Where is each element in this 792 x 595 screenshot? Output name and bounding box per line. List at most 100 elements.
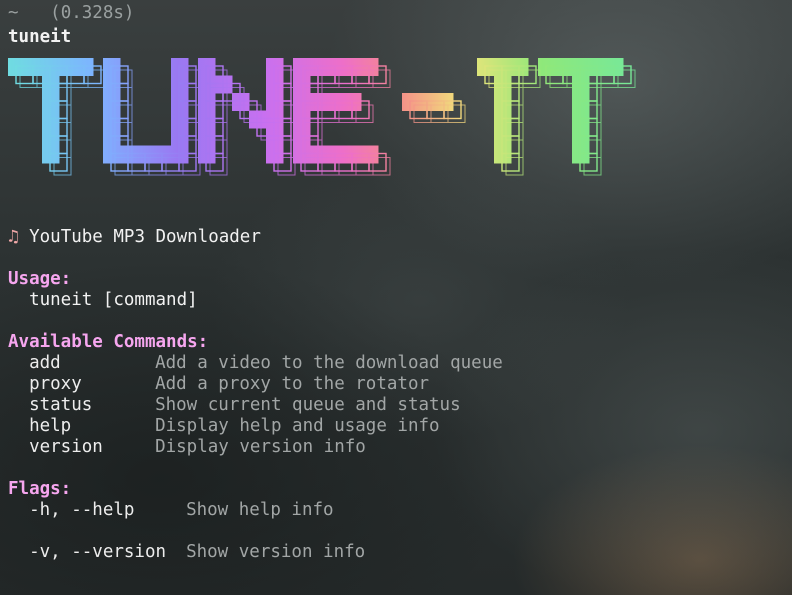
banner-pixel xyxy=(361,58,379,76)
banner-pixel xyxy=(555,58,573,76)
banner-pixel xyxy=(103,58,121,76)
banner-pixel xyxy=(327,145,345,164)
usage-syntax: tuneit [command] xyxy=(29,290,198,310)
banner-pixel xyxy=(266,58,284,76)
banner-pixel xyxy=(137,145,155,164)
banner-pixel xyxy=(249,110,267,129)
banner-pixel xyxy=(293,58,311,76)
banner-pixel xyxy=(477,58,495,76)
command-row: proxy Add a proxy to the rotator xyxy=(8,374,429,395)
command-desc: Display version info xyxy=(155,437,366,457)
banner-pixel xyxy=(310,93,328,111)
banner-pixel xyxy=(103,93,121,111)
banner-pixel xyxy=(59,58,77,76)
command-name: proxy xyxy=(29,374,82,394)
music-note-icon: ♫ xyxy=(8,227,19,247)
banner-pixel xyxy=(103,110,121,129)
banner-pixel xyxy=(511,58,529,76)
banner-pixel xyxy=(42,93,60,111)
banner-pixel xyxy=(327,93,345,111)
prompt-line: ~ (0.328s) xyxy=(8,3,134,24)
banner-pixel xyxy=(344,145,362,164)
banner-pixel xyxy=(76,58,94,76)
command-name: help xyxy=(29,416,72,436)
banner-pixel xyxy=(494,145,512,164)
command-name: status xyxy=(29,395,93,415)
banner-pixel xyxy=(42,128,60,146)
command-desc: Display help and usage info xyxy=(155,416,440,436)
banner-pixel xyxy=(198,110,216,129)
usage-line: tuneit [command] xyxy=(8,290,198,311)
flag-name: -v, --version xyxy=(29,542,167,562)
banner-pixel xyxy=(171,110,189,129)
banner-pixel xyxy=(494,128,512,146)
banner-pixel xyxy=(344,58,362,76)
banner-pixel xyxy=(494,58,512,76)
banner-pixel xyxy=(293,110,311,129)
flag-desc: Show version info xyxy=(186,542,366,562)
flags-heading: Flags: xyxy=(8,479,72,499)
tune-it-banner xyxy=(8,58,636,176)
entered-command: tuneit xyxy=(8,27,72,47)
command-row: help Display help and usage info xyxy=(8,416,440,437)
command-row: status Show current queue and status xyxy=(8,395,461,416)
banner-pixel xyxy=(103,75,121,94)
banner-pixel xyxy=(198,75,216,94)
banner-pixel xyxy=(419,93,437,111)
banner-pixel xyxy=(103,128,121,146)
command-name: add xyxy=(29,353,61,373)
command-row: add Add a video to the download queue xyxy=(8,353,503,374)
banner-pixel xyxy=(171,145,189,164)
banner-pixel xyxy=(198,128,216,146)
banner-pixel xyxy=(266,75,284,94)
banner-pixel xyxy=(310,145,328,164)
banner-pixel xyxy=(198,145,216,164)
flag-row: -v, --version Show version info xyxy=(8,542,365,563)
banner-pixel xyxy=(494,110,512,129)
banner-pixel xyxy=(42,75,60,94)
banner-pixel xyxy=(171,58,189,76)
banner-pixel xyxy=(327,58,345,76)
banner-pixel xyxy=(293,145,311,164)
usage-heading: Usage: xyxy=(8,269,72,289)
subtitle: ♫ YouTube MP3 Downloader xyxy=(8,227,261,248)
commands-heading: Available Commands: xyxy=(8,332,209,352)
prompt-dir: ~ xyxy=(8,3,19,23)
command-name: version xyxy=(29,437,103,457)
banner-pixel xyxy=(572,128,590,146)
flag-name: -h, --help xyxy=(29,500,135,520)
command-row: version Display version info xyxy=(8,437,366,458)
banner-pixel xyxy=(589,58,607,76)
banner-pixel xyxy=(198,58,216,76)
banner-pixel xyxy=(310,58,328,76)
banner-pixel xyxy=(8,58,26,76)
banner-pixel xyxy=(42,58,60,76)
banner-pixel xyxy=(293,93,311,111)
banner-pixel xyxy=(171,93,189,111)
banner-pixel xyxy=(572,93,590,111)
banner-pixel xyxy=(436,93,454,111)
banner-pixel xyxy=(25,58,43,76)
banner-pixel xyxy=(494,93,512,111)
banner-pixel xyxy=(344,93,362,111)
banner-pixel xyxy=(402,93,420,111)
banner-pixel xyxy=(266,110,284,129)
banner-pixel xyxy=(572,145,590,164)
flag-desc: Show help info xyxy=(186,500,334,520)
banner-pixel xyxy=(232,93,250,111)
banner-pixel xyxy=(171,75,189,94)
prompt-timing: (0.328s) xyxy=(50,3,135,23)
banner-pixel xyxy=(538,58,556,76)
subtitle-text: YouTube MP3 Downloader xyxy=(29,227,261,247)
command-desc: Show current queue and status xyxy=(155,395,461,415)
banner-pixel xyxy=(361,145,379,164)
banner-pixel xyxy=(42,110,60,129)
banner-pixel xyxy=(572,58,590,76)
banner-pixel xyxy=(293,128,311,146)
banner-pixel xyxy=(215,75,233,94)
banner-pixel xyxy=(572,110,590,129)
banner-pixel xyxy=(198,93,216,111)
banner-pixel xyxy=(266,145,284,164)
banner-pixel xyxy=(42,145,60,164)
banner-pixel xyxy=(103,145,121,164)
